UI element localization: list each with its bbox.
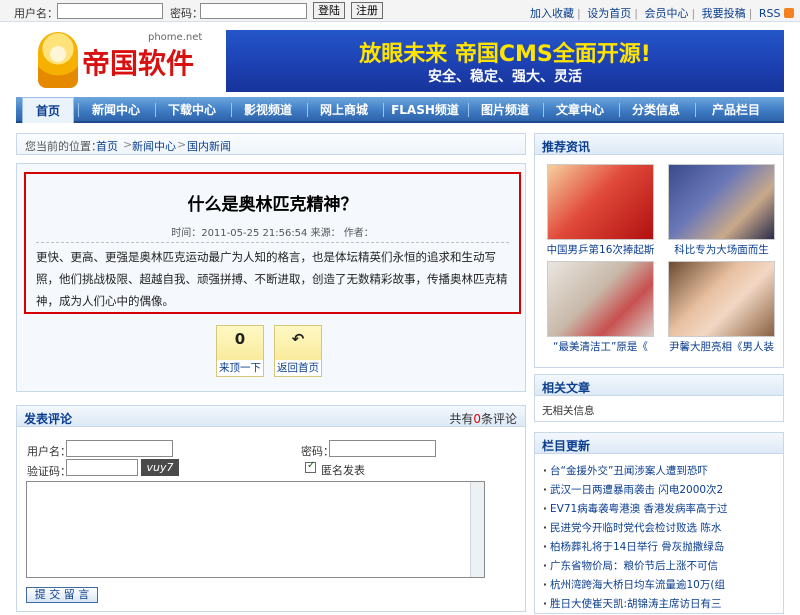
top-links: 加入收藏 | 设为首页 | 会员中心 | 我要投稿 | RSS: [530, 5, 794, 21]
register-button[interactable]: 注册: [351, 2, 383, 19]
recommend-item[interactable]: 中国男乒第16次捧起斯: [547, 164, 654, 256]
textarea-scrollbar[interactable]: [470, 482, 484, 577]
recommend-caption[interactable]: 尹馨大胆亮相《男人装: [664, 339, 779, 354]
ad-banner[interactable]: 放眼未来 帝国CMS全面开源! 安全、稳定、强大、灵活: [226, 30, 784, 92]
nav-articles[interactable]: 文章中心: [544, 97, 616, 123]
recommend-title: 推荐资讯: [542, 140, 591, 154]
updates-title: 栏目更新: [542, 439, 591, 453]
breadcrumb-prefix: 您当前的位置：: [25, 140, 102, 153]
back-arrow-icon: ↶: [291, 330, 305, 348]
comment-username-label: 用户名：: [27, 445, 71, 458]
comment-username-input[interactable]: [66, 440, 173, 457]
member-center-link[interactable]: 会员中心: [644, 7, 688, 20]
recommend-caption[interactable]: 中国男乒第16次捧起斯: [543, 242, 658, 257]
comment-count[interactable]: 共有0条评论: [449, 410, 517, 427]
nav-flash[interactable]: FLASH频道: [384, 97, 466, 123]
list-item[interactable]: 胜日大使崔天凯:胡锦涛主席访日有三: [543, 596, 722, 611]
username-input[interactable]: [57, 3, 163, 19]
breadcrumb-home[interactable]: 首页: [96, 140, 118, 153]
article-title: 什么是奥林匹克精神？: [187, 195, 358, 215]
recommend-image[interactable]: [547, 261, 654, 337]
list-item[interactable]: 柏杨葬礼将于14日举行 骨灰抛撒绿岛: [543, 539, 724, 554]
submit-comment-button[interactable]: 提 交 留 言: [26, 587, 98, 603]
comment-password-input[interactable]: [329, 440, 436, 457]
site-logo[interactable]: phome.net 帝国软件: [38, 30, 208, 92]
digg-label[interactable]: 来顶一下: [217, 360, 263, 376]
back-home-button[interactable]: ↶ 返回首页: [274, 325, 322, 377]
add-favorite-link[interactable]: 加入收藏: [530, 7, 574, 20]
captcha-image[interactable]: vuy7: [141, 459, 179, 476]
nav-products[interactable]: 产品栏目: [696, 97, 776, 123]
top-login-bar: 用户名： 密码： 登陆 注册 加入收藏 | 设为首页 | 会员中心 | 我要投稿 | R…: [0, 0, 800, 22]
logo-name: 帝国软件: [82, 47, 195, 80]
rss-link[interactable]: RSS: [759, 7, 781, 20]
login-button[interactable]: 登陆: [313, 2, 345, 19]
banner-subline: 安全、稳定、强大、灵活: [428, 69, 582, 85]
digg-count: 0: [234, 330, 246, 348]
nav-pictures[interactable]: 图片频道: [469, 97, 541, 123]
nav-video[interactable]: 影视频道: [232, 97, 304, 123]
recommend-caption[interactable]: 科比专为大场面而生: [664, 242, 779, 257]
captcha-input[interactable]: [66, 459, 138, 476]
article-meta: 时间：2011-05-25 21:56:54 来源： 作者：: [171, 228, 374, 239]
submit-article-link[interactable]: 我要投稿: [702, 7, 746, 20]
password-input[interactable]: [200, 3, 307, 19]
mascot-icon: [38, 32, 78, 88]
main-nav: 首页 新闻中心 下载中心 影视频道 网上商城 FLASH频道 图片频道 文章中心…: [16, 97, 784, 123]
recommend-item[interactable]: 科比专为大场面而生: [668, 164, 775, 256]
related-empty-text: 无相关信息: [542, 405, 595, 417]
article-box: 什么是奥林匹克精神？ 时间：2011-05-25 21:56:54 来源： 作者…: [24, 172, 521, 314]
nav-download[interactable]: 下载中心: [156, 97, 228, 123]
updates-panel: 栏目更新 台“金援外交”丑闻涉案人遭到恐吓 武汉一日两遭暴雨袭击 闪电2000次…: [534, 432, 784, 614]
set-homepage-link[interactable]: 设为首页: [587, 7, 631, 20]
recommend-image[interactable]: [547, 164, 654, 240]
list-item[interactable]: 广东省物价局：粮价节后上涨不可信: [543, 558, 718, 573]
nav-home[interactable]: 首页: [22, 97, 74, 123]
digg-button[interactable]: 0 来顶一下: [216, 325, 264, 377]
list-item[interactable]: EV71病毒袭粤港澳 香港发病率高于过: [543, 501, 728, 516]
list-item[interactable]: 台“金援外交”丑闻涉案人遭到恐吓: [543, 463, 708, 478]
rss-icon: [784, 8, 794, 18]
recommend-item[interactable]: 尹馨大胆亮相《男人装: [668, 261, 775, 353]
related-panel: 相关文章 无相关信息: [534, 374, 784, 422]
password-label: 密码：: [170, 7, 203, 20]
comment-textarea[interactable]: [26, 481, 485, 578]
breadcrumb-news[interactable]: 新闻中心: [132, 140, 176, 153]
banner-headline: 放眼未来 帝国CMS全面开源!: [359, 42, 651, 67]
comment-panel: 发表评论 共有0条评论 用户名： 密码： 验证码： vuy7 匿名发表 提 交 …: [16, 405, 526, 612]
anonymous-label: 匿名发表: [321, 464, 365, 477]
comment-title: 发表评论: [24, 412, 73, 426]
anonymous-checkbox[interactable]: [305, 460, 316, 473]
recommend-panel: 推荐资讯 中国男乒第16次捧起斯 科比专为大场面而生 “最美清洁工”原是《 尹馨…: [534, 133, 784, 368]
back-home-label[interactable]: 返回首页: [275, 360, 321, 376]
breadcrumb-domestic[interactable]: 国内新闻: [187, 140, 231, 153]
list-item[interactable]: 民进党今开临时党代会检讨败选 陈水: [543, 520, 721, 535]
recommend-image[interactable]: [668, 261, 775, 337]
nav-news[interactable]: 新闻中心: [80, 97, 152, 123]
list-item[interactable]: 杭州湾跨海大桥日均车流量逾10万(组: [543, 577, 725, 592]
recommend-caption[interactable]: “最美清洁工”原是《: [543, 339, 658, 354]
list-item[interactable]: 武汉一日两遭暴雨袭击 闪电2000次2: [543, 482, 723, 497]
recommend-image[interactable]: [668, 164, 775, 240]
related-title: 相关文章: [542, 381, 591, 395]
recommend-item[interactable]: “最美清洁工”原是《: [547, 261, 654, 353]
article-body: 更快、更高、更强是奥林匹克运动最广为人知的格言，也是体坛精英们永恒的追求和生动写…: [36, 250, 508, 308]
nav-classifieds[interactable]: 分类信息: [620, 97, 692, 123]
breadcrumb: 您当前的位置： 首页 > 新闻中心 > 国内新闻: [16, 133, 526, 155]
captcha-label: 验证码：: [27, 465, 71, 478]
username-label: 用户名：: [14, 7, 58, 20]
nav-shop[interactable]: 网上商城: [308, 97, 380, 123]
